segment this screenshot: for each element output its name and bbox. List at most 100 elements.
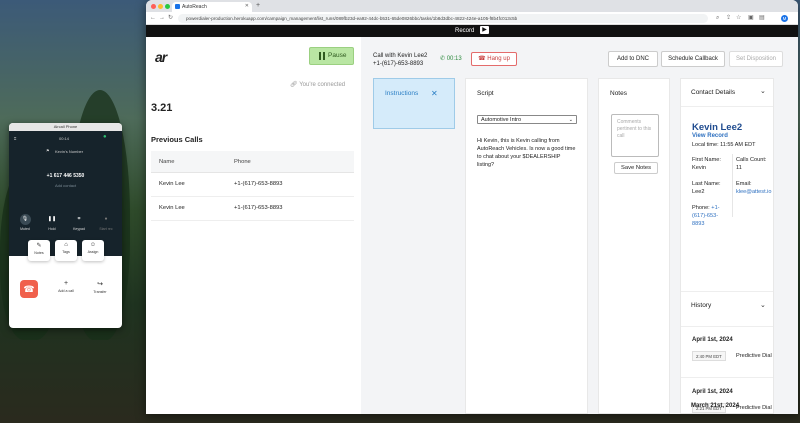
hang-up-icon: ☎ — [23, 284, 35, 294]
tab-autoreach[interactable]: AutoReach ✕ — [172, 2, 252, 12]
add-contact-link[interactable]: Add contact — [9, 183, 122, 188]
divider — [681, 291, 773, 292]
hold-button[interactable]: ❚❚ Hold — [44, 214, 60, 231]
previous-calls-table: Name Phone Kevin Lee +1-(617)-653-8893 K… — [151, 151, 354, 221]
call-timer-text: 00:13 — [446, 56, 462, 62]
mute-button[interactable]: 🎙︎ Muted — [17, 214, 33, 231]
pause-button[interactable]: Pause — [309, 47, 354, 65]
call-info: Call with Kevin Lee2 +1-(617)-653-8893 — [373, 52, 427, 68]
script-select[interactable]: Automotive Intro ⌄ — [477, 115, 577, 124]
pause-icon — [319, 52, 325, 60]
history-type: Predictive Dial — [736, 405, 772, 411]
start-recording-button[interactable]: ● Start rec — [98, 214, 114, 231]
history-date: March 21st, 2024 — [691, 403, 740, 409]
tab-close-icon[interactable]: ✕ — [245, 3, 249, 9]
end-call-button[interactable]: ☎ — [20, 280, 38, 298]
pause-label: Pause — [328, 52, 347, 59]
bookmark-star-icon[interactable]: ☆ — [736, 14, 741, 22]
record-icon: ● — [104, 216, 108, 222]
back-icon[interactable]: ← — [150, 14, 156, 22]
hold-label: Hold — [48, 227, 56, 231]
app-area: ar Pause 🔗︎ You're connected 3.21 Previo… — [146, 37, 798, 414]
contact-name: Kevin Lee2 — [692, 122, 743, 133]
view-record-link[interactable]: View Record — [692, 133, 728, 139]
phone-caller-number: +1 617 446 5350 — [46, 173, 85, 179]
tags-tile-label: Tags — [62, 250, 70, 254]
notes-textarea[interactable]: Comments pertinent to this call — [611, 114, 659, 157]
notes-icon: ✎ — [36, 243, 42, 249]
add-call-icon: + — [63, 280, 69, 287]
dialpad-icon[interactable]: ⌗ — [14, 136, 16, 141]
assign-tile[interactable]: ☺ Assign — [82, 240, 104, 261]
extensions-icon[interactable]: ▣ — [748, 14, 754, 22]
mute-label: Muted — [20, 227, 30, 231]
tab-title: AutoReach — [182, 4, 207, 10]
tag-icon: ⌂ — [64, 242, 68, 248]
add-to-dnc-button[interactable]: Add to DNC — [608, 51, 658, 67]
cell-name: Kevin Lee — [159, 205, 185, 211]
email-link[interactable]: klee@attest.io — [736, 188, 773, 196]
transfer-label: Transfer — [93, 290, 107, 294]
tags-tile[interactable]: ⌂ Tags — [55, 240, 77, 261]
history-time-badge: 2:40 PM EDT — [692, 351, 726, 361]
close-icon[interactable]: ✕ — [431, 89, 438, 98]
phone-expand-icon[interactable]: ● — [103, 134, 107, 140]
address-bar-row: ← → ↻ powerdialer-production.herokuapp.c… — [146, 12, 798, 25]
cell-phone: +1-(617)-653-8893 — [234, 205, 283, 211]
record-play-icon[interactable]: ▶ — [480, 26, 489, 35]
schedule-callback-button[interactable]: Schedule Callback — [661, 51, 725, 67]
chevron-down-icon[interactable]: ⌄ — [760, 301, 766, 309]
previous-calls-title: Previous Calls — [151, 135, 203, 144]
keypad-button[interactable]: ⌗ Keypad — [71, 214, 87, 231]
notes-card: Notes Comments pertinent to this call Sa… — [598, 78, 670, 414]
instructions-panel[interactable]: Instructions ✕ — [373, 78, 455, 129]
script-title: Script — [477, 90, 494, 97]
phone-caller-line: Kevin's Number — [55, 149, 84, 154]
column-header-name: Name — [159, 159, 175, 165]
add-a-call-button[interactable]: + Add a call — [54, 280, 78, 293]
phone-call-panel: ⌗ 00:14 ● Kevin's Number ⚑ +1 617 446 53… — [9, 131, 122, 256]
flag-icon: ⚑ — [46, 148, 50, 153]
first-name-value: Kevin — [692, 165, 706, 171]
first-name-field: First Name: Kevin — [692, 156, 721, 172]
notes-tile-label: Notes — [34, 251, 44, 255]
call-with: Call with Kevin Lee2 — [373, 53, 428, 59]
new-tab-icon[interactable]: + — [256, 2, 260, 10]
divider — [681, 377, 773, 378]
start-recording-label: Start rec — [99, 227, 113, 231]
history-date: April 1st, 2024 — [692, 337, 733, 343]
chevron-down-icon[interactable]: ⌄ — [760, 87, 766, 95]
connection-text: You're connected — [299, 82, 346, 88]
keypad-icon: ⌗ — [77, 216, 81, 222]
url-input[interactable]: powerdialer-production.herokuapp.com/cam… — [178, 14, 708, 23]
table-header: Name Phone — [151, 151, 354, 173]
last-name-field: Last Name: Lee2 — [692, 180, 721, 196]
notes-title: Notes — [610, 90, 627, 97]
left-pane: ar Pause 🔗︎ You're connected 3.21 Previo… — [146, 37, 361, 414]
minimize-window-dot[interactable] — [158, 4, 163, 9]
phone-widget: Aircall Phone ⌗ 00:14 ● Kevin's Number ⚑… — [9, 123, 122, 328]
divider — [681, 106, 773, 107]
share-icon[interactable]: ⇪ — [726, 14, 731, 22]
history-date: April 1st, 2024 — [692, 389, 733, 395]
table-row[interactable]: Kevin Lee +1-(617)-653-8893 — [151, 197, 354, 221]
keypad-label: Keypad — [73, 227, 85, 231]
forward-icon[interactable]: → — [159, 14, 165, 22]
hang-up-button[interactable]: ☎ Hang up — [471, 52, 517, 66]
reload-icon[interactable]: ↻ — [168, 14, 173, 22]
notes-tile[interactable]: ✎ Notes — [28, 240, 50, 261]
sidebar-icon[interactable]: ▤ — [759, 14, 765, 22]
close-window-dot[interactable] — [151, 4, 156, 9]
record-bar: Record ▶ — [146, 25, 798, 37]
save-notes-button[interactable]: Save Notes — [614, 162, 658, 174]
phone-call-timer: 00:14 — [59, 136, 70, 141]
table-row[interactable]: Kevin Lee +1-(617)-653-8893 — [151, 173, 354, 197]
email-field: Email: klee@attest.io — [736, 180, 773, 196]
calls-count-field: Calls Count: 11 — [736, 156, 772, 172]
set-disposition-button[interactable]: Set Disposition — [729, 51, 783, 67]
favicon-icon — [175, 4, 180, 9]
transfer-button[interactable]: ↪ Transfer — [88, 280, 112, 294]
maximize-window-dot[interactable] — [165, 4, 170, 9]
zoom-icon[interactable]: ⌕ — [716, 14, 719, 22]
profile-avatar[interactable]: M — [781, 15, 788, 22]
